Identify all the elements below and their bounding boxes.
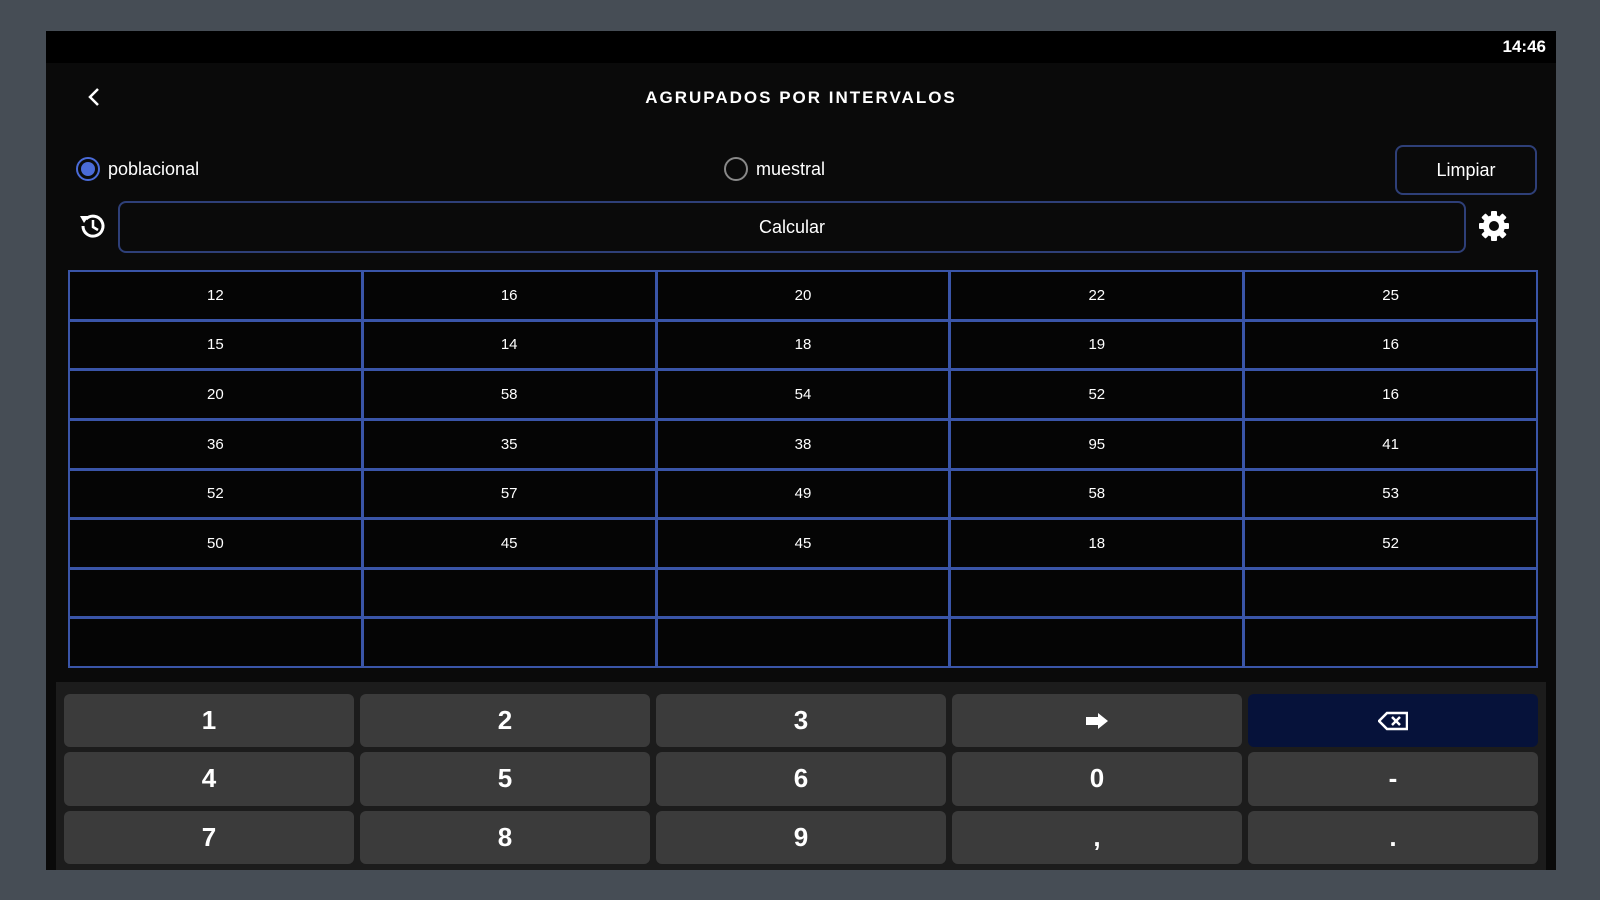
- table-cell[interactable]: 41: [1245, 420, 1536, 468]
- keypad-key[interactable]: 3: [656, 694, 946, 748]
- keypad-key[interactable]: 8: [360, 810, 650, 864]
- table-cell[interactable]: 49: [657, 470, 949, 518]
- gear-icon: [1479, 211, 1509, 241]
- table-cell[interactable]: 45: [363, 520, 655, 567]
- status-bar: 14:46: [46, 31, 1556, 63]
- radio-unchecked-icon: [724, 157, 748, 181]
- radio-poblacional-label: poblacional: [108, 158, 200, 179]
- table-cell[interactable]: 12: [70, 272, 361, 319]
- table-cell[interactable]: [951, 619, 1243, 666]
- table-cell[interactable]: 18: [657, 321, 949, 369]
- status-time: 14:46: [1502, 37, 1546, 56]
- keypad-key[interactable]: 5: [360, 752, 650, 806]
- table-cell[interactable]: 38: [657, 420, 949, 468]
- keypad-key[interactable]: 9: [656, 810, 946, 864]
- table-cell[interactable]: 15: [70, 321, 361, 369]
- backspace-icon: [1378, 711, 1408, 730]
- table-cell[interactable]: 20: [657, 272, 949, 319]
- table-cell[interactable]: 52: [1245, 520, 1536, 567]
- table-cell[interactable]: 35: [363, 420, 655, 468]
- keypad-key[interactable]: 4: [64, 752, 354, 806]
- table-cell[interactable]: [951, 569, 1243, 617]
- settings-button[interactable]: [1476, 208, 1512, 244]
- radio-muestral[interactable]: muestral: [724, 157, 825, 181]
- table-cell[interactable]: 20: [70, 371, 361, 418]
- table-cell[interactable]: 52: [951, 371, 1243, 418]
- keypad-key[interactable]: .: [1248, 810, 1538, 864]
- table-cell[interactable]: 19: [951, 321, 1243, 369]
- table-cell[interactable]: 58: [363, 371, 655, 418]
- calculate-button[interactable]: Calcular: [118, 201, 1466, 253]
- radio-muestral-label: muestral: [756, 158, 826, 179]
- clear-button[interactable]: Limpiar: [1395, 145, 1537, 195]
- table-cell[interactable]: 58: [951, 470, 1243, 518]
- table-cell[interactable]: 22: [951, 272, 1243, 319]
- table-cell[interactable]: 14: [363, 321, 655, 369]
- keypad-key[interactable]: 7: [64, 810, 354, 864]
- table-cell[interactable]: 50: [70, 520, 361, 567]
- table-cell[interactable]: [363, 569, 655, 617]
- key-backspace[interactable]: [1248, 694, 1538, 748]
- table-cell[interactable]: 16: [363, 272, 655, 319]
- radio-checked-icon: [76, 157, 100, 181]
- numeric-keypad: 123 4560- 789,.: [56, 682, 1546, 870]
- table-cell[interactable]: 36: [70, 420, 361, 468]
- table-cell[interactable]: 95: [951, 420, 1243, 468]
- app-screen: 14:46 AGRUPADOS POR INTERVALOS poblacion…: [46, 31, 1556, 870]
- keypad-key[interactable]: -: [1248, 752, 1538, 806]
- history-button[interactable]: [76, 209, 110, 243]
- keypad-key[interactable]: ,: [952, 810, 1242, 864]
- keypad-key[interactable]: 0: [952, 752, 1242, 806]
- keypad-key[interactable]: 6: [656, 752, 946, 806]
- page-title: AGRUPADOS POR INTERVALOS: [645, 88, 957, 107]
- table-cell[interactable]: 25: [1245, 272, 1536, 319]
- table-cell[interactable]: [70, 619, 361, 666]
- keypad-key[interactable]: 2: [360, 694, 650, 748]
- table-cell[interactable]: 57: [363, 470, 655, 518]
- table-cell[interactable]: 45: [657, 520, 949, 567]
- radio-poblacional[interactable]: poblacional: [76, 157, 199, 181]
- history-icon: [80, 214, 105, 238]
- key-enter[interactable]: [952, 694, 1242, 748]
- table-cell[interactable]: 54: [657, 371, 949, 418]
- table-cell[interactable]: [657, 619, 949, 666]
- table-cell[interactable]: [363, 619, 655, 666]
- table-cell[interactable]: [1245, 569, 1536, 617]
- table-cell[interactable]: 16: [1245, 371, 1536, 418]
- table-cell[interactable]: 53: [1245, 470, 1536, 518]
- table-cell[interactable]: [1245, 619, 1536, 666]
- table-cell[interactable]: 52: [70, 470, 361, 518]
- enter-icon: [1086, 712, 1108, 729]
- table-cell[interactable]: 18: [951, 520, 1243, 567]
- table-cell[interactable]: 16: [1245, 321, 1536, 369]
- table-cell[interactable]: [70, 569, 361, 617]
- keypad-key[interactable]: 1: [64, 694, 354, 748]
- table-cell[interactable]: [657, 569, 949, 617]
- data-table: 12 16 20 22 25 15 14 18 19 16 20 58 54 52 16 36 35 38 95 41…: [68, 270, 1538, 668]
